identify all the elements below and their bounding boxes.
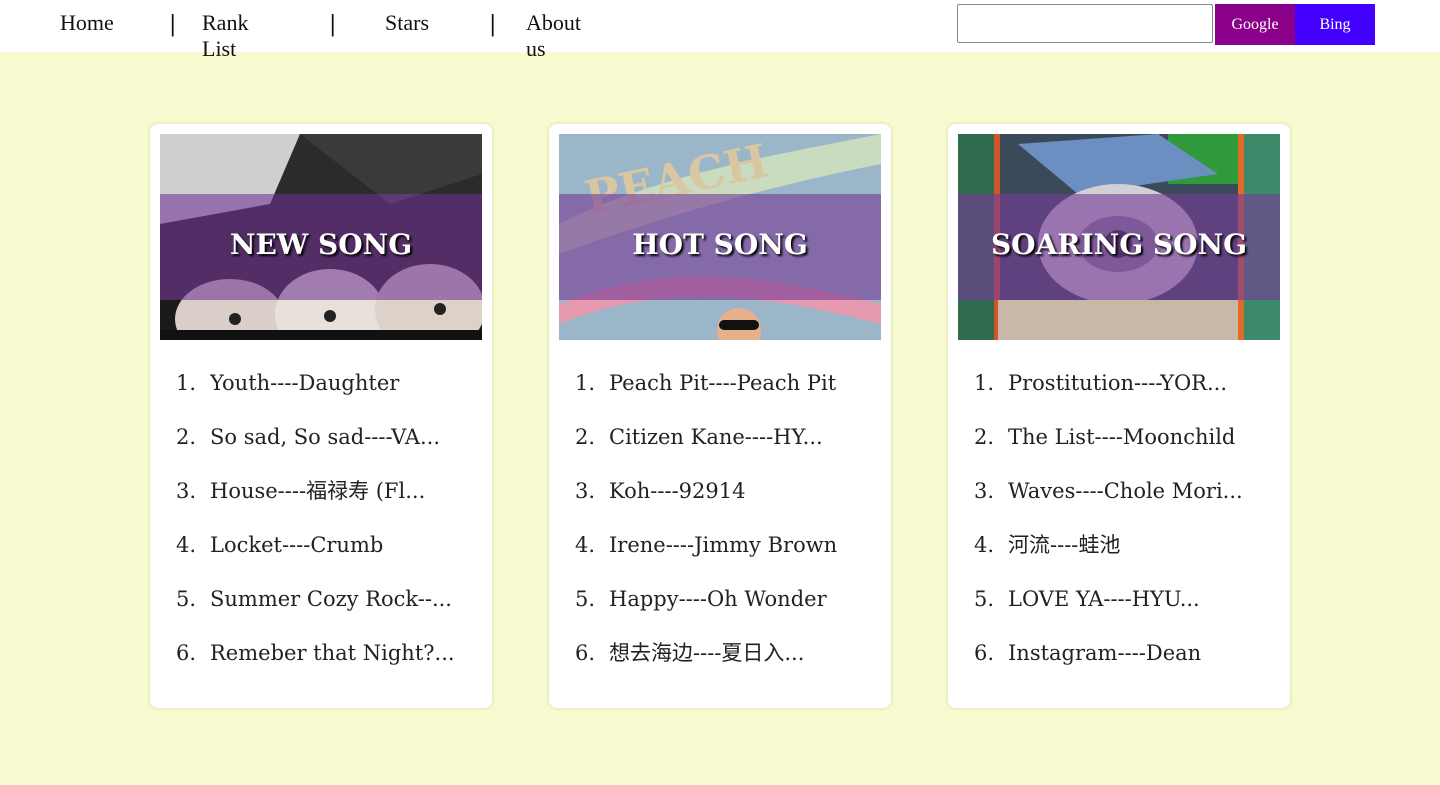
list-item-number: 3. [176, 479, 197, 503]
song-title-link[interactable]: Youth----Daughter [210, 370, 470, 396]
list-item-number: 4. [176, 533, 197, 557]
list-item[interactable]: 1. Youth----Daughter [150, 364, 492, 418]
song-title-link[interactable]: The List----Moonchild [1008, 424, 1268, 450]
new-song-title: NEW SONG [229, 228, 413, 261]
list-item-number: 5. [974, 587, 995, 611]
hot-song-cover-image[interactable]: PEACH HOT SONG [559, 134, 881, 340]
list-item-number: 2. [176, 425, 197, 449]
soaring-song-list: 1. Prostitution----YOR... 2. The List----M… [948, 364, 1290, 688]
list-item[interactable]: 3. House----福禄寿 (Fl... [150, 472, 492, 526]
list-item[interactable]: 1. Peach Pit----Peach Pit [549, 364, 891, 418]
list-item-number: 6. [575, 641, 596, 665]
list-item[interactable]: 5. LOVE YA----HYU... [948, 580, 1290, 634]
list-item[interactable]: 4. 河流----蛙池 [948, 526, 1290, 580]
list-item-number: 6. [974, 641, 995, 665]
hot-song-card: PEACH HOT SONG 1. Peach Pit----Peach Pit … [549, 124, 891, 708]
list-item[interactable]: 3. Koh----92914 [549, 472, 891, 526]
list-item-number: 4. [575, 533, 596, 557]
song-title-link[interactable]: So sad, So sad----VA... [210, 424, 470, 450]
soaring-song-cover-image[interactable]: SOARING SONG [958, 134, 1280, 340]
song-title-link[interactable]: Citizen Kane----HY... [609, 424, 869, 450]
list-item[interactable]: 6. Remeber that Night?... [150, 634, 492, 688]
nav-about-link[interactable]: About us [526, 10, 581, 62]
nav-rank-list-link[interactable]: Rank List [202, 10, 248, 62]
list-item[interactable]: 5. Summer Cozy Rock--... [150, 580, 492, 634]
soaring-song-card: SOARING SONG 1. Prostitution----YOR... 2.… [948, 124, 1290, 708]
list-item-number: 5. [176, 587, 197, 611]
list-item-number: 6. [176, 641, 197, 665]
nav-separator: | [329, 12, 337, 37]
list-item[interactable]: 2. Citizen Kane----HY... [549, 418, 891, 472]
google-search-button[interactable]: Google [1215, 4, 1295, 45]
bing-search-button[interactable]: Bing [1295, 4, 1375, 45]
song-title-link[interactable]: House----福禄寿 (Fl... [210, 478, 470, 504]
top-navbar: Home | Rank List | Stars | About us Goog… [0, 0, 1440, 61]
song-title-link[interactable]: LOVE YA----HYU... [1008, 586, 1268, 612]
list-item[interactable]: 4. Irene----Jimmy Brown [549, 526, 891, 580]
list-item-number: 3. [974, 479, 995, 503]
list-item[interactable]: 4. Locket----Crumb [150, 526, 492, 580]
list-item-number: 1. [974, 371, 995, 395]
list-item[interactable]: 5. Happy----Oh Wonder [549, 580, 891, 634]
song-title-link[interactable]: Locket----Crumb [210, 532, 470, 558]
song-title-link[interactable]: Instagram----Dean [1008, 640, 1268, 666]
song-title-link[interactable]: Koh----92914 [609, 478, 869, 504]
new-song-list: 1. Youth----Daughter 2. So sad, So sad----… [150, 364, 492, 688]
nav-stars-link[interactable]: Stars [385, 10, 429, 36]
list-item[interactable]: 3. Waves----Chole Mori... [948, 472, 1290, 526]
list-item[interactable]: 2. The List----Moonchild [948, 418, 1290, 472]
song-title-link[interactable]: Remeber that Night?... [210, 640, 470, 666]
song-title-link[interactable]: Peach Pit----Peach Pit [609, 370, 869, 396]
list-item[interactable]: 6. 想去海边----夏日入... [549, 634, 891, 688]
list-item-number: 2. [974, 425, 995, 449]
song-title-link[interactable]: Waves----Chole Mori... [1008, 478, 1268, 504]
list-item[interactable]: 2. So sad, So sad----VA... [150, 418, 492, 472]
new-song-cover-image[interactable]: NEW SONG [160, 134, 482, 340]
new-song-card: NEW SONG 1. Youth----Daughter 2. So sad, S… [150, 124, 492, 708]
song-title-link[interactable]: Irene----Jimmy Brown [609, 532, 869, 558]
song-title-link[interactable]: 想去海边----夏日入... [609, 640, 869, 666]
list-item-number: 1. [575, 371, 596, 395]
list-item[interactable]: 6. Instagram----Dean [948, 634, 1290, 688]
song-title-link[interactable]: Prostitution----YOR... [1008, 370, 1268, 396]
list-item[interactable]: 1. Prostitution----YOR... [948, 364, 1290, 418]
song-title-link[interactable]: 河流----蛙池 [1008, 532, 1268, 558]
list-item-number: 3. [575, 479, 596, 503]
song-title-link[interactable]: Happy----Oh Wonder [609, 586, 869, 612]
search-input[interactable] [957, 4, 1213, 43]
list-item-number: 1. [176, 371, 197, 395]
nav-separator: | [489, 12, 497, 37]
hot-song-title: HOT SONG [632, 228, 808, 261]
nav-separator: | [169, 12, 177, 37]
nav-home-link[interactable]: Home [60, 10, 114, 36]
song-title-link[interactable]: Summer Cozy Rock--... [210, 586, 470, 612]
hot-song-list: 1. Peach Pit----Peach Pit 2. Citizen Kane-… [549, 364, 891, 688]
soaring-song-title: SOARING SONG [990, 228, 1248, 261]
list-item-number: 4. [974, 533, 995, 557]
list-item-number: 2. [575, 425, 596, 449]
list-item-number: 5. [575, 587, 596, 611]
